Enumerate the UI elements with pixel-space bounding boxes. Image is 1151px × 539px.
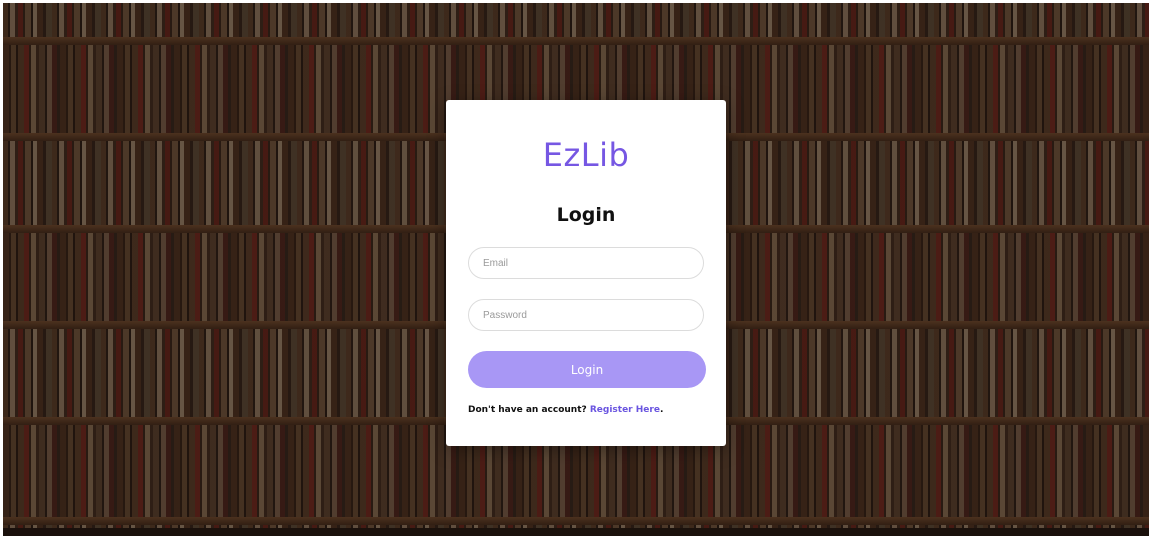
register-suffix: . (659, 405, 664, 415)
register-link[interactable]: Register Here (590, 405, 660, 415)
login-card: EzLib Login Login Don't have an account?… (446, 100, 726, 446)
login-title: Login (556, 204, 616, 226)
shelf-row (3, 525, 1149, 536)
register-prompt-text: Don't have an account? (468, 405, 590, 415)
password-input[interactable] (468, 299, 704, 331)
brand-logo: EzLib (542, 136, 630, 174)
register-prompt: Don't have an account? Register Here. (468, 405, 663, 415)
login-button[interactable]: Login (468, 351, 706, 388)
email-input[interactable] (468, 247, 704, 279)
shelf-row (3, 3, 1149, 45)
